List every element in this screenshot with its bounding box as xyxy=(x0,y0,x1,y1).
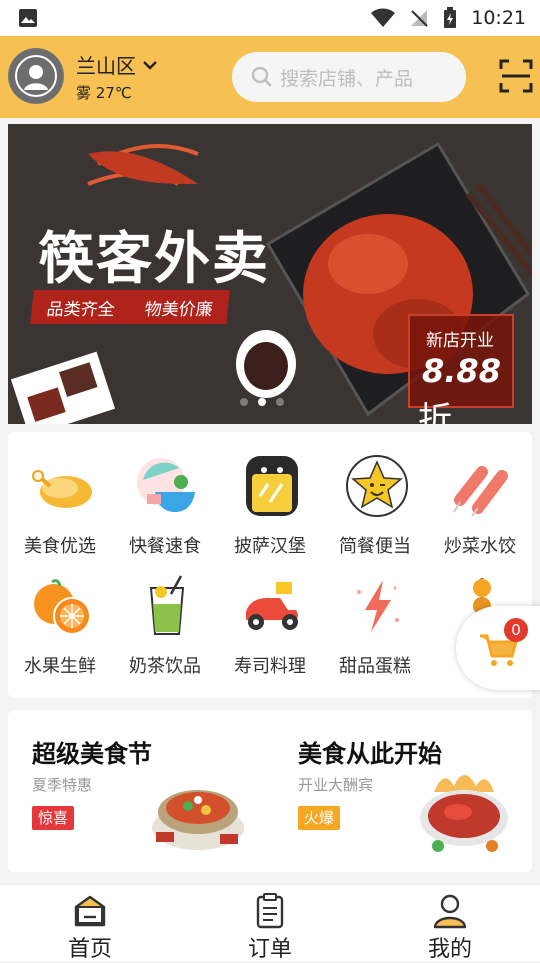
location-selector[interactable]: 兰山区 xyxy=(76,50,158,79)
drink-icon xyxy=(149,575,185,635)
banner-title: 筷客外卖 xyxy=(38,226,270,292)
search-icon xyxy=(251,66,272,87)
hotpot-image xyxy=(152,790,244,850)
roast-chicken-icon xyxy=(32,470,92,508)
chevron-down-icon xyxy=(143,60,157,70)
category-item[interactable]: 简餐便当 xyxy=(323,444,427,564)
category-label: 甜品蛋糕 xyxy=(339,656,411,677)
banner-subtitle-left: 品类齐全 xyxy=(45,299,116,320)
promo-subtitle: 夏季特惠 xyxy=(32,776,93,794)
promo-subtitle: 开业大酬宾 xyxy=(298,776,374,794)
tab-profile[interactable]: 我的 xyxy=(360,885,540,962)
promo-banner[interactable]: 筷客外卖 品类齐全 物美价廉 新店开业 8.88 折 xyxy=(8,124,532,424)
status-bar: 10:21 xyxy=(0,0,540,36)
category-label: 奶茶饮品 xyxy=(129,656,201,677)
tab-label: 我的 xyxy=(427,937,472,962)
promo-card[interactable]: 美食从此开始 开业大酬宾 火爆 xyxy=(274,710,536,872)
category-item[interactable]: 水果生鲜 xyxy=(8,564,112,684)
tab-orders[interactable]: 订单 xyxy=(180,885,360,962)
discount-value: 8.88 xyxy=(422,352,501,390)
toast-icon xyxy=(246,456,298,516)
banner-subtitle: 品类齐全 物美价廉 xyxy=(30,290,230,324)
promo-card[interactable]: 超级美食节 夏季特惠 惊喜 xyxy=(8,710,270,872)
category-item[interactable]: 寿司料理 xyxy=(218,564,322,684)
promo-tag: 惊喜 xyxy=(32,806,75,830)
no-signal-icon xyxy=(411,10,428,27)
category-label: 简餐便当 xyxy=(339,536,411,557)
category-item[interactable]: 炒菜水饺 xyxy=(428,444,532,564)
category-label: 快餐速食 xyxy=(129,536,201,557)
gallery-icon xyxy=(19,9,37,27)
location-label: 兰山区 xyxy=(76,54,136,78)
floating-cart-button[interactable]: 0 xyxy=(456,606,540,690)
category-grid: 美食优选 快餐速食 披萨汉堡 简餐便当 炒菜水饺 水果生鲜 奶茶饮品 寿司料理 … xyxy=(8,432,532,698)
promo-title: 超级美食节 xyxy=(32,740,152,768)
tab-label: 订单 xyxy=(247,937,292,962)
category-label: 披萨汉堡 xyxy=(234,536,306,557)
promo-tag: 火爆 xyxy=(298,806,341,830)
bottom-tab-bar: 首页 订单 我的 xyxy=(0,884,540,962)
scan-icon[interactable] xyxy=(498,58,534,94)
avatar[interactable] xyxy=(8,48,64,104)
wifi-icon xyxy=(371,8,396,27)
cart-count-badge: 0 xyxy=(504,618,528,642)
weather-text: 雾 27℃ xyxy=(76,84,132,102)
carousel-dot[interactable] xyxy=(276,398,284,406)
tab-home[interactable]: 首页 xyxy=(0,885,180,962)
carousel-dot[interactable] xyxy=(240,398,248,406)
home-icon xyxy=(74,895,106,927)
profile-icon xyxy=(433,894,467,929)
discount-caption: 新店开业 xyxy=(426,331,494,351)
category-item[interactable]: 奶茶饮品 xyxy=(113,564,217,684)
user-avatar-icon xyxy=(9,49,63,103)
category-label: 炒菜水饺 xyxy=(444,536,516,557)
carousel-dot-active[interactable] xyxy=(258,398,266,406)
category-item[interactable]: 甜品蛋糕 xyxy=(323,564,427,684)
carousel-dots[interactable] xyxy=(240,398,284,406)
top-header: 兰山区 雾 27℃ 搜索店铺、产品 xyxy=(0,36,540,118)
category-label: 水果生鲜 xyxy=(24,656,96,677)
category-label: 寿司料理 xyxy=(234,656,306,677)
fast-food-bowl-icon xyxy=(137,458,195,512)
category-label: 美食优选 xyxy=(24,536,96,557)
status-time: 10:21 xyxy=(471,7,526,29)
category-item[interactable]: 快餐速食 xyxy=(113,444,217,564)
spicy-dish-image xyxy=(420,775,508,852)
tab-label: 首页 xyxy=(67,937,112,962)
order-list-icon xyxy=(256,893,284,929)
promo-cards: 超级美食节 夏季特惠 惊喜 美食从此开始 开业大酬宾 火爆 xyxy=(8,710,532,872)
banner-discount-box: 新店开业 8.88 折 xyxy=(408,314,514,424)
lightning-icon xyxy=(357,580,399,632)
category-item[interactable]: 披萨汉堡 xyxy=(218,444,322,564)
battery-charging-icon xyxy=(444,7,457,28)
search-input[interactable]: 搜索店铺、产品 xyxy=(232,52,466,102)
category-item[interactable]: 美食优选 xyxy=(8,444,112,564)
discount-unit: 折 xyxy=(418,400,452,424)
scooter-icon xyxy=(246,582,298,630)
orange-icon xyxy=(34,579,91,635)
star-face-icon xyxy=(346,455,408,517)
sausage-icon xyxy=(453,466,508,517)
banner-subtitle-right: 物美价廉 xyxy=(143,299,214,320)
search-placeholder: 搜索店铺、产品 xyxy=(280,67,414,90)
